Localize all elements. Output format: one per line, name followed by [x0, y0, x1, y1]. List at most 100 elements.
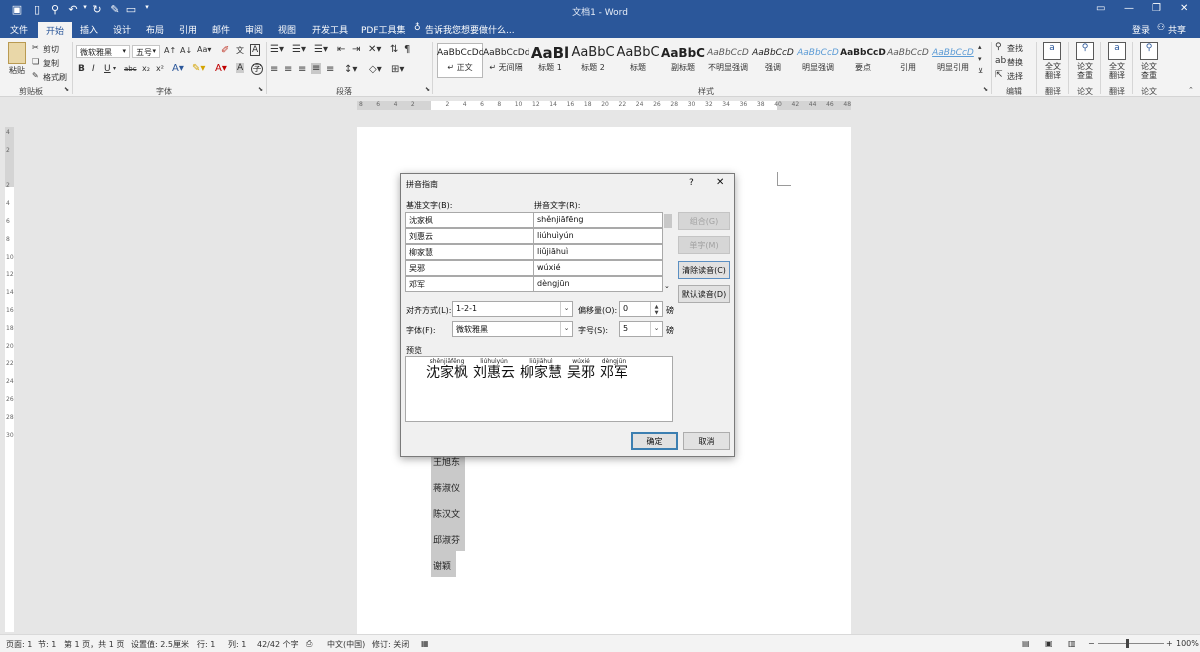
numbering-icon[interactable]: ☰▾ — [292, 44, 306, 55]
status-language[interactable]: 中文(中国) — [327, 639, 365, 650]
tab-design[interactable]: 设计 — [113, 23, 131, 36]
print-layout-icon[interactable]: ▣ — [1045, 639, 1053, 648]
style-heading-1[interactable]: AaBl 标题 1 — [527, 44, 573, 78]
ruby-text-input[interactable]: liǔjiāhuì — [533, 244, 663, 260]
tab-home[interactable]: 开始 — [38, 22, 72, 38]
char-shading-icon[interactable]: A — [236, 63, 245, 73]
increase-indent-icon[interactable]: ⇥ — [352, 44, 360, 55]
subscript-icon[interactable]: x₂ — [142, 64, 150, 73]
distributed-icon[interactable]: ≡ — [326, 64, 334, 75]
multilevel-list-icon[interactable]: ☰▾ — [314, 44, 328, 55]
find-button[interactable]: 查找 — [1007, 43, 1023, 54]
login-link[interactable]: 登录 — [1132, 23, 1150, 36]
gallery-up-icon[interactable]: ▴ — [978, 43, 982, 51]
gallery-down-icon[interactable]: ▾ — [978, 55, 982, 63]
zoom-slider-thumb[interactable] — [1126, 639, 1129, 648]
base-text-input[interactable]: 邓军 — [405, 276, 534, 292]
style-strong[interactable]: AaBbCcD 要点 — [840, 44, 886, 78]
full-translate-button-2[interactable]: 全文 翻译 — [1109, 62, 1125, 80]
spinner-arrows-icon[interactable]: ▲ ▼ — [650, 302, 662, 316]
collapse-ribbon-icon[interactable]: ⌃ — [1188, 86, 1194, 94]
close-icon[interactable]: ✕ — [716, 177, 724, 188]
grow-font-icon[interactable]: A↑ — [164, 46, 176, 55]
ribbon-display-icon[interactable]: ▭ — [1096, 3, 1105, 14]
paper-check-button-2[interactable]: 论文 查重 — [1141, 62, 1157, 80]
italic-icon[interactable]: I — [92, 64, 95, 74]
tab-references[interactable]: 引用 — [179, 23, 197, 36]
proofing-icon[interactable]: ⎙ — [306, 639, 312, 649]
style-quote[interactable]: AaBbCcD 引用 — [885, 44, 931, 78]
style-no-spacing[interactable]: AaBbCcDd ↵ 无间隔 — [483, 44, 529, 78]
document-name-line[interactable]: 谢颖 — [431, 551, 456, 577]
underline-icon[interactable]: U — [104, 64, 111, 74]
status-page-of[interactable]: 第 1 页，共 1 页 — [64, 639, 124, 650]
style-subtitle[interactable]: AaBbC 副标题 — [660, 44, 706, 78]
paragraph-launcher-icon[interactable]: ⬊ — [425, 86, 430, 93]
size-select[interactable]: 5 ⌄ — [619, 321, 663, 337]
asian-layout-icon[interactable]: ✕▾ — [368, 44, 381, 55]
document-name-line[interactable]: 陈汉文 — [431, 504, 465, 530]
tab-mailings[interactable]: 邮件 — [212, 23, 230, 36]
read-mode-icon[interactable]: ▤ — [1022, 639, 1030, 648]
superscript-icon[interactable]: x² — [156, 64, 164, 73]
row-scrollbar[interactable]: ⌄ — [663, 212, 673, 292]
tab-file[interactable]: 文件 — [10, 23, 28, 36]
tab-insert[interactable]: 插入 — [80, 23, 98, 36]
base-text-input[interactable]: 沈家枫 — [405, 212, 534, 228]
align-right-icon[interactable]: ≡ — [298, 64, 306, 75]
alignment-select[interactable]: 1-2-1 ⌄ — [452, 301, 573, 317]
web-layout-icon[interactable]: ▥ — [1068, 639, 1076, 648]
close-window-icon[interactable]: ✕ — [1180, 3, 1188, 14]
change-case-icon[interactable]: Aa▾ — [197, 45, 211, 54]
paper-check-button[interactable]: 论文 查重 — [1077, 62, 1093, 80]
default-ruby-button[interactable]: 默认读音(D) — [678, 285, 730, 303]
single-char-button[interactable]: 单字(M) — [678, 236, 730, 254]
text-effects-icon[interactable]: A▾ — [172, 63, 184, 74]
ruby-text-input[interactable]: dèngjūn — [533, 276, 663, 292]
shading-icon[interactable]: ◇▾ — [369, 64, 382, 75]
ok-button[interactable]: 确定 — [631, 432, 678, 450]
tab-layout[interactable]: 布局 — [146, 23, 164, 36]
clipboard-launcher-icon[interactable]: ⬊ — [64, 86, 69, 93]
highlight-icon[interactable]: ✎▾ — [192, 63, 205, 74]
chevron-down-icon[interactable]: ▾ — [113, 65, 116, 72]
font-name-combo[interactable]: 微软雅黑 ▾ — [76, 45, 130, 58]
align-center-icon[interactable]: ≡ — [284, 64, 292, 75]
status-word-count[interactable]: 42/42 个字 — [257, 639, 299, 650]
style-intense-quote[interactable]: AaBbCcD 明显引用 — [930, 44, 976, 78]
cancel-button[interactable]: 取消 — [683, 432, 730, 450]
style-normal[interactable]: AaBbCcDd ↵ 正文 — [437, 44, 483, 78]
macro-record-icon[interactable]: ▦ — [421, 639, 429, 648]
help-button[interactable]: ? — [689, 178, 694, 188]
tab-pdf-tools[interactable]: PDF工具集 — [361, 23, 406, 36]
status-track-changes[interactable]: 修订: 关闭 — [372, 639, 409, 650]
font-size-combo[interactable]: 五号 ▾ — [132, 45, 160, 58]
style-title[interactable]: AaBbC 标题 — [615, 44, 661, 78]
base-text-input[interactable]: 吴邪 — [405, 260, 534, 276]
style-heading-2[interactable]: AaBbC 标题 2 — [570, 44, 616, 78]
status-col[interactable]: 列: 1 — [228, 639, 246, 650]
tab-view[interactable]: 视图 — [278, 23, 296, 36]
restore-icon[interactable]: ❐ — [1152, 3, 1161, 14]
justify-icon[interactable]: ≡ — [311, 63, 322, 74]
cut-button[interactable]: 剪切 — [43, 44, 59, 55]
clear-format-icon[interactable]: ✐ — [221, 45, 229, 56]
style-emphasis[interactable]: AaBbCcD 强调 — [750, 44, 796, 78]
tell-me-box[interactable]: 告诉我您想要做什么... — [425, 23, 515, 36]
base-text-input[interactable]: 柳家慧 — [405, 244, 534, 260]
status-section[interactable]: 节: 1 — [38, 639, 56, 650]
combine-button[interactable]: 组合(G) — [678, 212, 730, 230]
bullets-icon[interactable]: ☰▾ — [270, 44, 284, 55]
paste-icon[interactable] — [8, 42, 26, 64]
shrink-font-icon[interactable]: A↓ — [180, 46, 192, 55]
bold-icon[interactable]: B — [78, 64, 85, 74]
phonetic-guide-icon[interactable]: 文 — [236, 45, 244, 56]
borders-icon[interactable]: ⊞▾ — [391, 64, 404, 75]
zoom-in-icon[interactable]: + — [1166, 639, 1173, 648]
ruby-text-input[interactable]: liúhuìyún — [533, 228, 663, 244]
tab-review[interactable]: 审阅 — [245, 23, 263, 36]
font-color-icon[interactable]: A▾ — [215, 63, 227, 74]
font-launcher-icon[interactable]: ⬊ — [258, 86, 263, 93]
align-left-icon[interactable]: ≡ — [270, 64, 278, 75]
zoom-out-icon[interactable]: − — [1088, 639, 1095, 648]
